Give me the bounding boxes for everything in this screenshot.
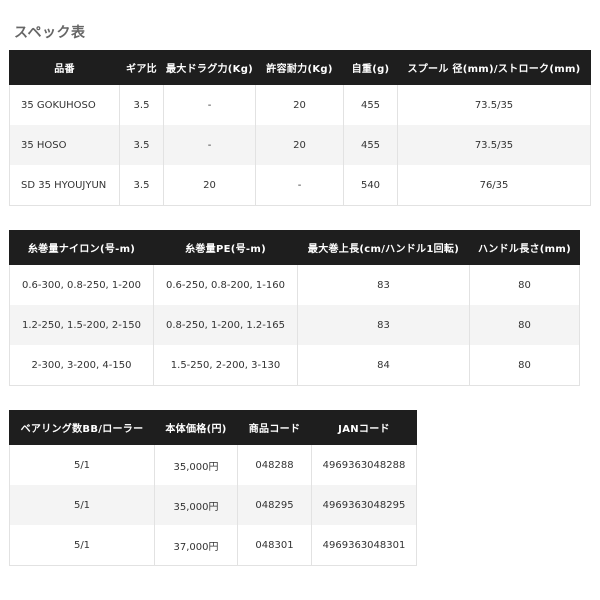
table-cell: 80 bbox=[469, 264, 580, 305]
table-cell: 5/1 bbox=[9, 444, 155, 485]
table-cell: 2-300, 3-200, 4-150 bbox=[9, 345, 154, 386]
table-cell: 80 bbox=[469, 345, 580, 386]
header-gear-ratio: ギア比 bbox=[119, 50, 164, 85]
header-jan-code: JANコード bbox=[311, 410, 417, 445]
table-cell: 3.5 bbox=[119, 125, 164, 165]
header-handle-length: ハンドル長さ(mm) bbox=[469, 230, 580, 265]
table-cell: 3.5 bbox=[119, 84, 164, 125]
table-row: 35 HOSO 3.5 - 20 455 73.5/35 bbox=[9, 125, 591, 165]
table-cell: 0.8-250, 1-200, 1.2-165 bbox=[153, 305, 298, 345]
header-model: 品番 bbox=[9, 50, 120, 85]
table-header-row: ベアリング数BB/ローラー 本体価格(円) 商品コード JANコード bbox=[9, 410, 417, 445]
table-cell: 048288 bbox=[237, 444, 312, 485]
table-cell: 048295 bbox=[237, 485, 312, 525]
table-cell: - bbox=[163, 84, 256, 125]
table-row: SD 35 HYOUJYUN 3.5 20 - 540 76/35 bbox=[9, 165, 591, 206]
table-cell: 5/1 bbox=[9, 525, 155, 566]
header-max-drag: 最大ドラグ力(Kg) bbox=[163, 50, 256, 85]
table-cell: 83 bbox=[297, 264, 470, 305]
table-row: 5/1 37,000円 048301 4969363048301 bbox=[9, 525, 417, 566]
header-tolerance: 許容耐力(Kg) bbox=[255, 50, 344, 85]
table-row: 1.2-250, 1.5-200, 2-150 0.8-250, 1-200, … bbox=[9, 305, 580, 345]
table-cell: 4969363048301 bbox=[311, 525, 417, 566]
header-nylon-capacity: 糸巻量ナイロン(号-m) bbox=[9, 230, 154, 265]
table-cell: 540 bbox=[343, 165, 398, 206]
table-cell: 20 bbox=[163, 165, 256, 206]
table-row: 5/1 35,000円 048288 4969363048288 bbox=[9, 444, 417, 485]
table-cell: 83 bbox=[297, 305, 470, 345]
table-cell: 35,000円 bbox=[154, 444, 238, 485]
header-retrieve-length: 最大巻上長(cm/ハンドル1回転) bbox=[297, 230, 470, 265]
header-price: 本体価格(円) bbox=[154, 410, 238, 445]
table-cell: - bbox=[163, 125, 256, 165]
header-bearings: ベアリング数BB/ローラー bbox=[9, 410, 155, 445]
table-cell: 20 bbox=[255, 84, 344, 125]
table-row: 5/1 35,000円 048295 4969363048295 bbox=[9, 485, 417, 525]
table-header-row: 糸巻量ナイロン(号-m) 糸巻量PE(号-m) 最大巻上長(cm/ハンドル1回転… bbox=[9, 230, 580, 265]
table-cell: 455 bbox=[343, 84, 398, 125]
table-cell: 37,000円 bbox=[154, 525, 238, 566]
spec-table-line: 糸巻量ナイロン(号-m) 糸巻量PE(号-m) 最大巻上長(cm/ハンドル1回転… bbox=[9, 230, 580, 386]
header-weight: 自重(g) bbox=[343, 50, 398, 85]
table-header-row: 品番 ギア比 最大ドラグ力(Kg) 許容耐力(Kg) 自重(g) スプール 径(… bbox=[9, 50, 591, 85]
table-row: 2-300, 3-200, 4-150 1.5-250, 2-200, 3-13… bbox=[9, 345, 580, 386]
table-row: 35 GOKUHOSO 3.5 - 20 455 73.5/35 bbox=[9, 84, 591, 125]
spec-table-main: 品番 ギア比 最大ドラグ力(Kg) 許容耐力(Kg) 自重(g) スプール 径(… bbox=[9, 50, 591, 206]
table-cell: 35,000円 bbox=[154, 485, 238, 525]
table-cell: 0.6-250, 0.8-200, 1-160 bbox=[153, 264, 298, 305]
header-product-code: 商品コード bbox=[237, 410, 312, 445]
table-cell: 5/1 bbox=[9, 485, 155, 525]
table-cell: 84 bbox=[297, 345, 470, 386]
table-cell: 76/35 bbox=[397, 165, 591, 206]
spec-table-product: ベアリング数BB/ローラー 本体価格(円) 商品コード JANコード 5/1 3… bbox=[9, 410, 417, 566]
table-cell: 1.2-250, 1.5-200, 2-150 bbox=[9, 305, 154, 345]
header-spool: スプール 径(mm)/ストローク(mm) bbox=[397, 50, 591, 85]
table-cell: 80 bbox=[469, 305, 580, 345]
table-cell: - bbox=[255, 165, 344, 206]
table-cell: 35 GOKUHOSO bbox=[9, 84, 120, 125]
table-cell: 73.5/35 bbox=[397, 125, 591, 165]
table-cell: 1.5-250, 2-200, 3-130 bbox=[153, 345, 298, 386]
table-cell: 3.5 bbox=[119, 165, 164, 206]
table-cell: 20 bbox=[255, 125, 344, 165]
header-pe-capacity: 糸巻量PE(号-m) bbox=[153, 230, 298, 265]
table-row: 0.6-300, 0.8-250, 1-200 0.6-250, 0.8-200… bbox=[9, 264, 580, 305]
table-cell: SD 35 HYOUJYUN bbox=[9, 165, 120, 206]
table-cell: 35 HOSO bbox=[9, 125, 120, 165]
page-title: スペック表 bbox=[14, 25, 86, 41]
table-cell: 73.5/35 bbox=[397, 84, 591, 125]
table-cell: 0.6-300, 0.8-250, 1-200 bbox=[9, 264, 154, 305]
table-cell: 455 bbox=[343, 125, 398, 165]
table-cell: 4969363048295 bbox=[311, 485, 417, 525]
table-cell: 4969363048288 bbox=[311, 444, 417, 485]
table-cell: 048301 bbox=[237, 525, 312, 566]
